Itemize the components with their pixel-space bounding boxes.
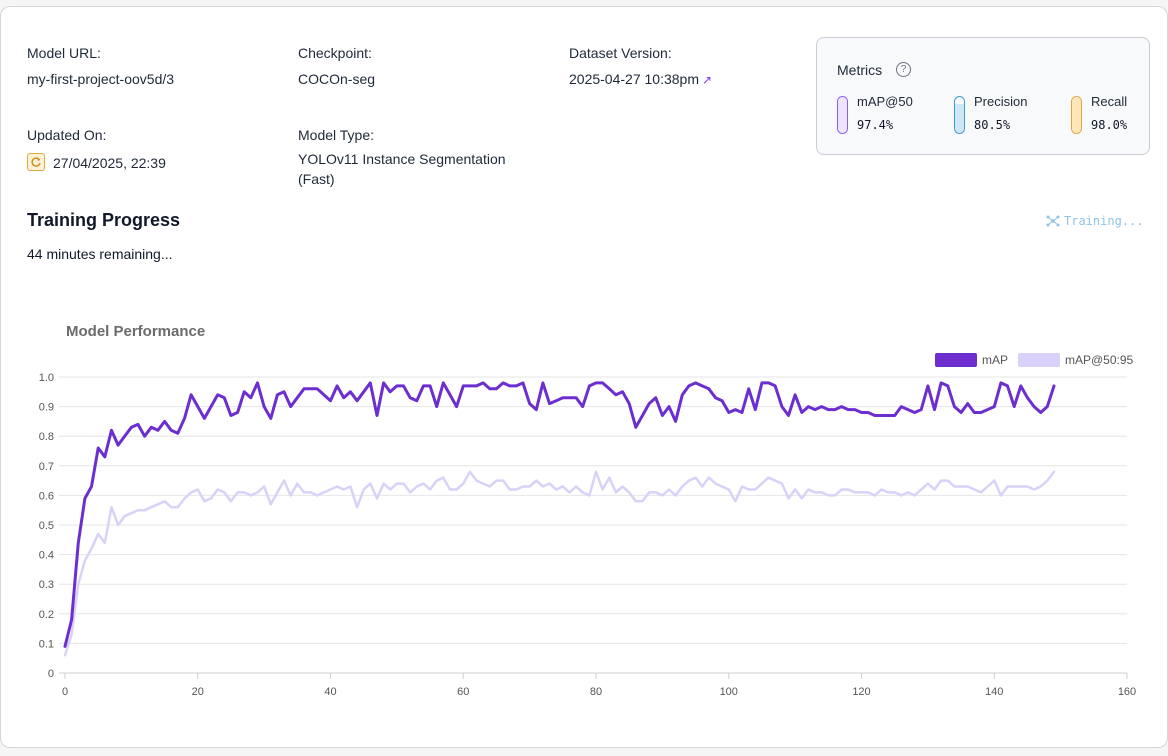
precision-gauge: [954, 96, 965, 134]
x-tick-label: 80: [590, 686, 602, 698]
x-tick-label: 20: [192, 686, 204, 698]
y-tick-label: 0.5: [39, 520, 54, 532]
x-tick-label: 0: [62, 686, 68, 698]
updated-on-value: 27/04/2025, 22:39: [53, 155, 166, 171]
x-tick-label: 60: [457, 686, 469, 698]
external-link-icon: ↗: [702, 73, 713, 87]
training-progress-title: Training Progress: [27, 210, 181, 230]
model-type-label: Model Type:: [298, 127, 375, 143]
metrics-title: Metrics: [837, 62, 883, 78]
legend-label: mAP@50:95: [1065, 353, 1134, 367]
precision-value: 80.5%: [974, 118, 1011, 132]
y-tick-label: 0.7: [39, 461, 54, 473]
time-remaining-text: 44 minutes remaining...: [27, 246, 173, 262]
performance-chart: 0 0.1 0.2 0.3 0.4 0.5 0.6 0.7 0.8 0.9 1.0 0 20 40 60 80…: [39, 353, 1136, 698]
dataset-version-value: 2025-04-27 10:38pm: [569, 71, 699, 87]
gauge-fill: [955, 104, 964, 133]
y-tick-label: 0.3: [39, 579, 54, 591]
precision-label: Precision: [974, 94, 1028, 109]
checkpoint-label: Checkpoint:: [298, 45, 372, 61]
x-tick-label: 160: [1118, 686, 1136, 698]
dataset-version-label: Dataset Version:: [569, 45, 672, 61]
checkpoint-value: COCOn-seg: [298, 71, 376, 87]
y-tick-label: 0.2: [39, 609, 54, 621]
series-line-map50-95: [63, 470, 1056, 657]
model-url-label: Model URL:: [27, 45, 101, 61]
legend-swatch: [1018, 353, 1060, 367]
map50-label: mAP@50: [857, 94, 913, 109]
legend-label: mAP: [982, 353, 1008, 367]
gauge-fill: [1072, 97, 1081, 133]
dataset-version-link[interactable]: 2025-04-27 10:38pm ↗: [569, 71, 712, 87]
map50-gauge: [837, 96, 848, 134]
y-tick-label: 0.9: [39, 402, 54, 414]
y-tick-label: 0: [48, 668, 54, 680]
refresh-icon: [27, 153, 45, 171]
training-status-text: Training...: [1064, 214, 1144, 228]
x-tick-label: 140: [985, 686, 1003, 698]
network-icon: [1046, 215, 1060, 227]
help-icon[interactable]: ?: [896, 62, 911, 77]
legend-swatch: [935, 353, 977, 367]
x-tick-label: 120: [852, 686, 870, 698]
chart-title: Model Performance: [66, 323, 206, 340]
updated-on-row: 27/04/2025, 22:39: [27, 153, 166, 171]
series-line-map: [63, 381, 1056, 648]
y-tick-label: 1.0: [39, 372, 54, 384]
x-tick-label: 40: [324, 686, 336, 698]
recall-label: Recall: [1091, 94, 1128, 109]
model-url-value[interactable]: my-first-project-oov5d/3: [27, 71, 174, 87]
updated-on-label: Updated On:: [27, 127, 107, 143]
y-tick-label: 0.4: [39, 550, 54, 562]
metrics-panel: Metrics ? mAP@50 97.4% Precision 80.5% R…: [816, 37, 1150, 155]
y-tick-label: 0.8: [39, 431, 54, 443]
model-type-value: YOLOv11 Instance Segmentation (Fast): [298, 151, 506, 187]
training-status: Training...: [1046, 214, 1143, 228]
x-tick-label: 100: [720, 686, 738, 698]
map50-value: 97.4%: [857, 118, 894, 132]
y-tick-label: 0.1: [39, 638, 54, 650]
gauge-fill: [838, 97, 847, 133]
y-tick-label: 0.6: [39, 490, 54, 502]
recall-gauge: [1071, 96, 1082, 134]
recall-value: 98.0%: [1091, 118, 1128, 132]
